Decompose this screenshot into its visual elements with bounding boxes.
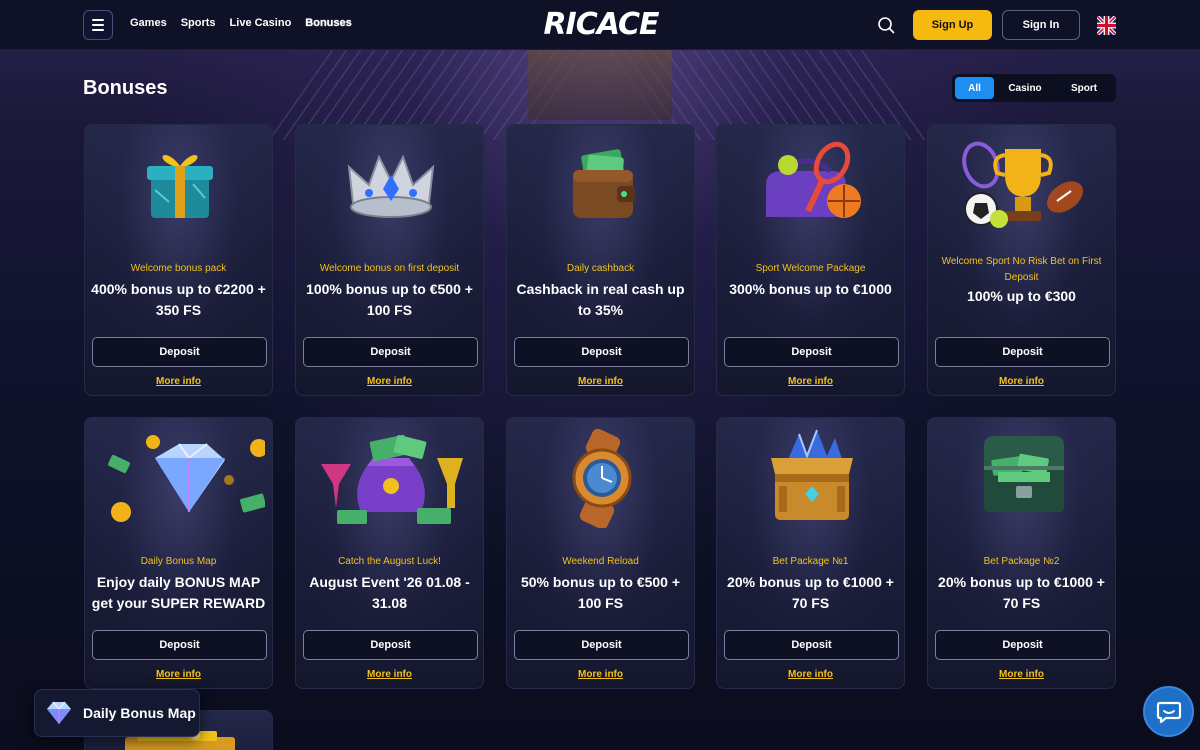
bonus-card: Weekend Reload 50% bonus up to €500 + 10… — [506, 417, 695, 689]
sign-up-button[interactable]: Sign Up — [913, 10, 992, 40]
bonus-label: Weekend Reload — [562, 556, 639, 567]
bonus-label: Daily cashback — [566, 263, 635, 274]
background-door — [528, 50, 672, 120]
bonus-title: 50% bonus up to €500 + 100 FS — [520, 574, 681, 611]
more-info-link[interactable]: More info — [717, 376, 904, 387]
bonus-title: Enjoy daily BONUS MAP get your SUPER REW… — [91, 574, 266, 611]
more-info-link[interactable]: More info — [928, 669, 1115, 680]
bonus-title: Cashback in real cash up to 35% — [516, 281, 685, 318]
chat-icon — [1156, 701, 1181, 723]
hamburger-icon-line — [92, 24, 104, 26]
diamond-icon — [85, 418, 272, 538]
bonus-title: 300% bonus up to €1000 — [729, 281, 892, 297]
diamond-icon — [47, 701, 71, 724]
more-info-link[interactable]: More info — [296, 376, 483, 387]
filter-sport[interactable]: Sport — [1056, 77, 1112, 99]
bonus-card: Welcome Sport No Risk Bet on First Depos… — [927, 124, 1116, 396]
bonus-card: Catch the August Luck! August Event '26 … — [295, 417, 484, 689]
bonus-title: August Event '26 01.08 - 31.08 — [309, 574, 470, 611]
deposit-button[interactable]: Deposit — [724, 337, 899, 367]
hamburger-icon-line — [92, 19, 104, 21]
deposit-button[interactable]: Deposit — [935, 337, 1110, 367]
bonus-label: Welcome Sport No Risk Bet on First Depos… — [941, 256, 1102, 283]
deposit-button[interactable]: Deposit — [92, 337, 267, 367]
more-info-link[interactable]: More info — [928, 376, 1115, 387]
nav-games[interactable]: Games — [130, 17, 167, 29]
bonus-card: Welcome bonus pack 400% bonus up to €220… — [84, 124, 273, 396]
more-info-link[interactable]: More info — [296, 669, 483, 680]
sign-in-button[interactable]: Sign In — [1002, 10, 1080, 40]
bonus-card: Bet Package №2 20% bonus up to €1000 + 7… — [927, 417, 1116, 689]
watch-icon — [507, 418, 694, 538]
gift-box-icon — [85, 125, 272, 245]
menu-button[interactable] — [83, 10, 113, 40]
treasure-chest-gems-icon — [717, 418, 904, 538]
bonus-card: Daily Bonus Map Enjoy daily BONUS MAP ge… — [84, 417, 273, 689]
more-info-link[interactable]: More info — [717, 669, 904, 680]
bonus-label: Catch the August Luck! — [338, 556, 441, 567]
nav-live-casino[interactable]: Live Casino — [230, 17, 292, 29]
search-icon[interactable] — [877, 16, 895, 34]
bonus-card: Daily cashback Cashback in real cash up … — [506, 124, 695, 396]
bonus-label: Bet Package №2 — [983, 556, 1060, 567]
deposit-button[interactable]: Deposit — [514, 337, 689, 367]
hamburger-icon-line — [92, 29, 104, 31]
crown-icon — [296, 125, 483, 245]
filter-casino[interactable]: Casino — [994, 77, 1056, 99]
trophy-icon — [928, 125, 1115, 245]
bonus-title: 100% up to €300 — [967, 288, 1076, 304]
money-chest-icon — [928, 418, 1115, 538]
bonus-card: Sport Welcome Package 300% bonus up to €… — [716, 124, 905, 396]
nav-bonuses[interactable]: Bonuses — [305, 17, 351, 29]
page-title: Bonuses — [83, 77, 168, 99]
nav-sports[interactable]: Sports — [181, 17, 216, 29]
chat-button[interactable] — [1143, 686, 1194, 737]
site-logo[interactable]: RICACE — [542, 6, 660, 42]
bonus-title: 20% bonus up to €1000 + 70 FS — [938, 574, 1105, 611]
deposit-button[interactable]: Deposit — [303, 337, 478, 367]
top-header: Games Sports Live Casino Bonuses RICACE … — [0, 0, 1200, 50]
bonus-label: Bet Package №1 — [772, 556, 849, 567]
uk-flag-icon[interactable] — [1097, 16, 1116, 35]
bonus-title: 400% bonus up to €2200 + 350 FS — [91, 281, 266, 318]
money-bag-cocktail-icon — [296, 418, 483, 538]
bonus-label: Welcome bonus pack — [130, 263, 227, 274]
wallet-icon — [507, 125, 694, 245]
bonus-title: 20% bonus up to €1000 + 70 FS — [727, 574, 894, 611]
bonus-label: Sport Welcome Package — [755, 263, 866, 274]
more-info-link[interactable]: More info — [85, 669, 272, 680]
daily-bonus-map-label: Daily Bonus Map — [83, 705, 196, 721]
bonus-filter: All Casino Sport — [952, 74, 1116, 102]
deposit-button[interactable]: Deposit — [724, 630, 899, 660]
deposit-button[interactable]: Deposit — [935, 630, 1110, 660]
more-info-link[interactable]: More info — [507, 669, 694, 680]
daily-bonus-map-widget[interactable]: Daily Bonus Map — [34, 689, 200, 737]
more-info-link[interactable]: More info — [507, 376, 694, 387]
bonus-card: Welcome bonus on first deposit 100% bonu… — [295, 124, 484, 396]
bonus-label: Welcome bonus on first deposit — [319, 263, 460, 274]
bonus-card: Bet Package №1 20% bonus up to €1000 + 7… — [716, 417, 905, 689]
deposit-button[interactable]: Deposit — [303, 630, 478, 660]
bonus-title: 100% bonus up to €500 + 100 FS — [306, 281, 473, 318]
sport-bag-icon — [717, 125, 904, 245]
more-info-link[interactable]: More info — [85, 376, 272, 387]
main-nav: Games Sports Live Casino Bonuses — [130, 17, 352, 29]
bonus-label: Daily Bonus Map — [140, 556, 217, 567]
deposit-button[interactable]: Deposit — [92, 630, 267, 660]
filter-all[interactable]: All — [955, 77, 994, 99]
deposit-button[interactable]: Deposit — [514, 630, 689, 660]
